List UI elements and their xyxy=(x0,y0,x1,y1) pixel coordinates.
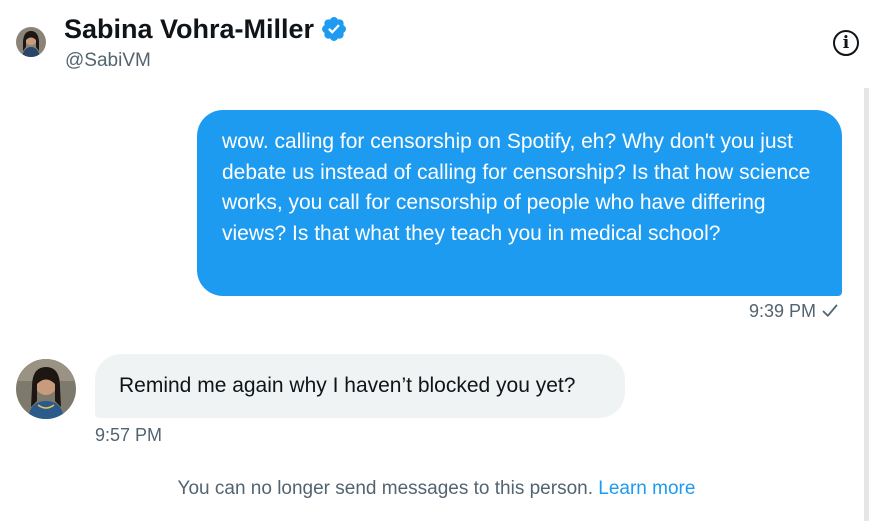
sent-message-bubble[interactable]: wow. calling for censorship on Spotify, … xyxy=(197,110,842,296)
user-handle: @SabiVM xyxy=(65,50,151,71)
scrollbar[interactable] xyxy=(864,88,869,521)
sent-message-time: 9:39 PM xyxy=(748,301,816,321)
learn-more-link[interactable]: Learn more xyxy=(598,478,695,499)
info-icon[interactable]: i xyxy=(833,30,859,56)
received-message-bubble[interactable]: Remind me again why I haven’t blocked yo… xyxy=(95,354,625,418)
sender-avatar[interactable] xyxy=(16,359,76,419)
conversation-header: Sabina Vohra-Miller @SabiVM i xyxy=(0,0,869,90)
blocked-notice-text: You can no longer send messages to this … xyxy=(177,478,593,499)
check-icon xyxy=(822,304,838,317)
display-name[interactable]: Sabina Vohra-Miller xyxy=(64,13,314,45)
sent-message-meta: 9:39 PM xyxy=(749,300,839,322)
verified-badge-icon xyxy=(320,15,348,43)
blocked-notice: You can no longer send messages to this … xyxy=(0,478,869,500)
received-message-time: 9:57 PM xyxy=(95,425,163,445)
header-avatar[interactable] xyxy=(16,27,46,57)
name-row: Sabina Vohra-Miller xyxy=(64,13,348,45)
